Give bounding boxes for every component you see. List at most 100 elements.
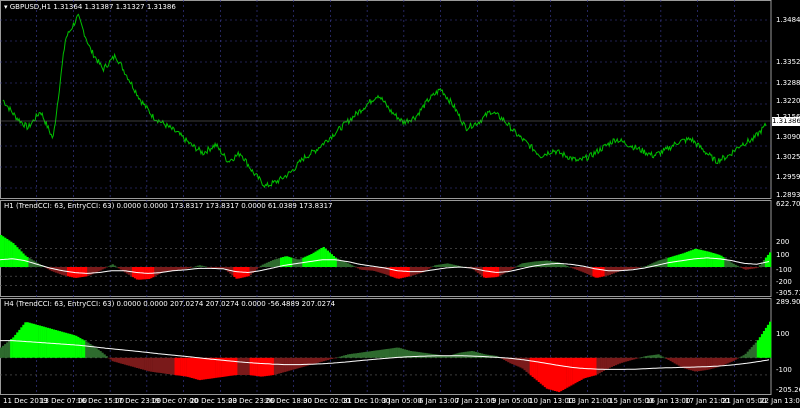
cci-bar: [629, 357, 632, 361]
cci-bar: [2, 236, 5, 267]
cci-bar: [754, 342, 758, 358]
cci-bar: [267, 261, 271, 267]
cci-bar: [537, 357, 540, 382]
cci-bar: [245, 357, 248, 375]
cci-bar: [515, 266, 518, 268]
cci-bar: [537, 261, 540, 267]
cci-bar: [446, 263, 449, 267]
cci-bar: [693, 248, 697, 267]
cci-bar: [233, 357, 236, 376]
cci-bar: [202, 357, 206, 380]
cci-bar: [34, 324, 37, 358]
cci-bar: [598, 357, 601, 374]
cci-bar: [365, 267, 368, 271]
cci-bar: [349, 264, 352, 267]
cci-bar: [762, 260, 766, 267]
cci-bar: [247, 357, 250, 375]
cci-bar: [188, 357, 191, 378]
cci-bar: [215, 357, 218, 378]
cci-bar: [89, 267, 92, 276]
cci-bar: [144, 357, 147, 371]
cci-bar: [730, 357, 733, 362]
cci-bar: [679, 357, 682, 367]
cci-bar: [150, 267, 153, 279]
cci-bar: [653, 354, 656, 358]
cci-bar: [160, 357, 163, 374]
ind1-tick: 200: [776, 238, 790, 246]
cci-bar: [430, 267, 433, 268]
cci-bar: [710, 357, 713, 369]
cci-bar: [373, 350, 376, 358]
cci-bar: [255, 357, 258, 376]
cci-bar: [606, 267, 609, 276]
cci-bar: [107, 266, 110, 267]
cci-bar: [592, 357, 595, 376]
cci-bar: [322, 357, 325, 362]
cci-bar: [541, 357, 544, 386]
cci-bar: [525, 262, 528, 267]
cci-bar: [101, 352, 104, 358]
cci-bar: [64, 332, 68, 358]
cci-bar: [693, 357, 697, 372]
cci-bar: [269, 261, 273, 267]
cci-bar: [418, 267, 421, 274]
cci-bar: [387, 348, 390, 358]
cci-bar: [489, 267, 492, 278]
cci-bar: [176, 357, 179, 376]
cci-bar: [572, 267, 575, 269]
cci-bar: [142, 357, 145, 370]
cci-bar: [669, 357, 672, 362]
cci-bar: [606, 357, 609, 369]
cci-bar: [574, 267, 577, 270]
cci-bar: [732, 263, 735, 267]
cci-bar: [294, 258, 297, 267]
cci-bar: [395, 267, 398, 279]
cci-bar: [545, 357, 549, 389]
cci-bar: [32, 323, 35, 358]
ind2-tick: 289.9013: [776, 298, 800, 306]
cci-bar: [71, 334, 74, 358]
cci-bar: [604, 357, 607, 370]
cci-bar: [133, 357, 137, 368]
cci-bar: [257, 267, 260, 268]
cci-bar: [730, 262, 733, 268]
cci-bar: [655, 261, 658, 267]
cci-bar: [123, 267, 127, 273]
price-tick: 1.30900: [776, 133, 800, 141]
cci-bar: [30, 323, 33, 358]
panel-frame: [0, 298, 772, 395]
cci-bar: [758, 337, 762, 358]
cci-bar: [318, 249, 321, 267]
ind1-tick: -200: [776, 278, 792, 286]
cci-bar: [480, 267, 484, 276]
cci-bar: [641, 357, 644, 358]
cci-bar: [340, 260, 344, 267]
cci-bar: [351, 265, 354, 267]
price-tick: 1.29595: [776, 173, 800, 181]
cci-bar: [314, 357, 317, 364]
cci-bar: [16, 247, 19, 267]
cci-bar: [75, 335, 78, 358]
cci-bar: [460, 352, 463, 358]
cci-bar: [275, 357, 279, 375]
cci-bar: [16, 332, 19, 358]
cci-bar: [647, 355, 650, 358]
cci-bar: [645, 266, 648, 267]
cci-bar: [107, 357, 110, 359]
cci-bar: [612, 357, 615, 366]
cci-bar: [99, 351, 102, 358]
cci-bar: [758, 265, 762, 267]
cci-bar: [570, 357, 573, 386]
cci-bar: [553, 357, 557, 391]
cci-bar: [665, 357, 668, 359]
cci-bar: [347, 263, 350, 267]
cci-bar: [393, 267, 396, 278]
cci-bar: [138, 357, 141, 369]
cci-bar: [576, 357, 579, 383]
cci-bar: [310, 357, 313, 365]
cci-bar: [645, 356, 648, 358]
cci-bar: [115, 266, 118, 268]
cci-bar: [675, 357, 678, 365]
cci-bar: [312, 357, 315, 364]
cci-bar: [330, 254, 333, 267]
